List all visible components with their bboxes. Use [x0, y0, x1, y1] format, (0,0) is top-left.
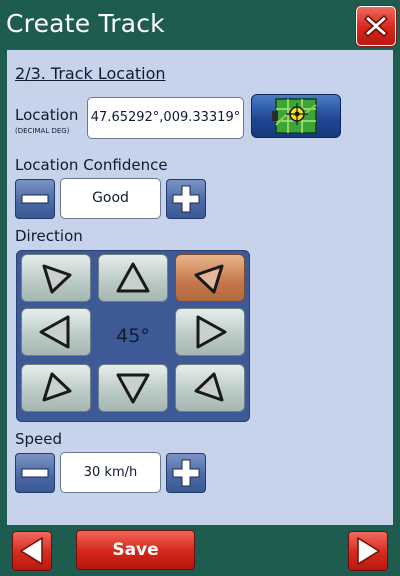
location-sublabel: (DECIMAL DEG) [15, 127, 70, 135]
arrow-left-icon [20, 537, 43, 565]
minus-icon [21, 194, 49, 204]
confidence-label: Location Confidence [15, 156, 168, 174]
arrow-east-icon [196, 315, 227, 349]
direction-north-button[interactable] [98, 254, 168, 302]
direction-label: Direction [15, 227, 83, 245]
confidence-value[interactable]: Good [60, 178, 161, 219]
arrow-south-east-icon [194, 372, 224, 402]
direction-degrees: 45° [116, 325, 150, 347]
arrow-north-west-icon [42, 264, 72, 294]
title-bar: Create Track [0, 0, 400, 50]
save-button[interactable]: Save [76, 530, 195, 570]
arrow-south-west-icon [42, 372, 72, 402]
confidence-decrease-button[interactable] [15, 179, 55, 219]
speed-value[interactable]: 30 km/h [60, 452, 161, 493]
speed-increase-button[interactable] [166, 453, 206, 493]
window-title: Create Track [6, 9, 165, 38]
direction-south-west-button[interactable] [21, 364, 91, 412]
direction-north-west-button[interactable] [21, 254, 91, 302]
speed-label: Speed [15, 430, 63, 448]
confidence-increase-button[interactable] [166, 179, 206, 219]
arrow-north-east-icon [194, 264, 224, 294]
location-label: Location [15, 106, 79, 124]
arrow-south-icon [116, 373, 150, 404]
location-input[interactable]: 47.65292°,009.33319° [87, 97, 244, 139]
plus-icon [172, 459, 200, 487]
direction-south-button[interactable] [98, 364, 168, 412]
minus-icon [21, 468, 49, 478]
direction-south-east-button[interactable] [175, 364, 245, 412]
direction-east-button[interactable] [175, 308, 245, 356]
plus-icon [172, 185, 200, 213]
direction-west-button[interactable] [21, 308, 91, 356]
main-panel: 2/3. Track Location Location (DECIMAL DE… [7, 50, 393, 525]
arrow-right-icon [357, 537, 380, 565]
step-heading: 2/3. Track Location [15, 64, 166, 83]
direction-north-east-button[interactable] [175, 254, 245, 302]
previous-step-button[interactable] [12, 531, 52, 571]
close-button[interactable] [356, 6, 396, 46]
arrow-west-icon [39, 315, 70, 349]
speed-decrease-button[interactable] [15, 453, 55, 493]
close-icon [363, 14, 389, 38]
next-step-button[interactable] [348, 531, 388, 571]
direction-pad: 45° [16, 250, 250, 422]
map-icon [272, 98, 317, 134]
arrow-north-icon [116, 262, 150, 293]
map-picker-button[interactable] [251, 94, 341, 138]
